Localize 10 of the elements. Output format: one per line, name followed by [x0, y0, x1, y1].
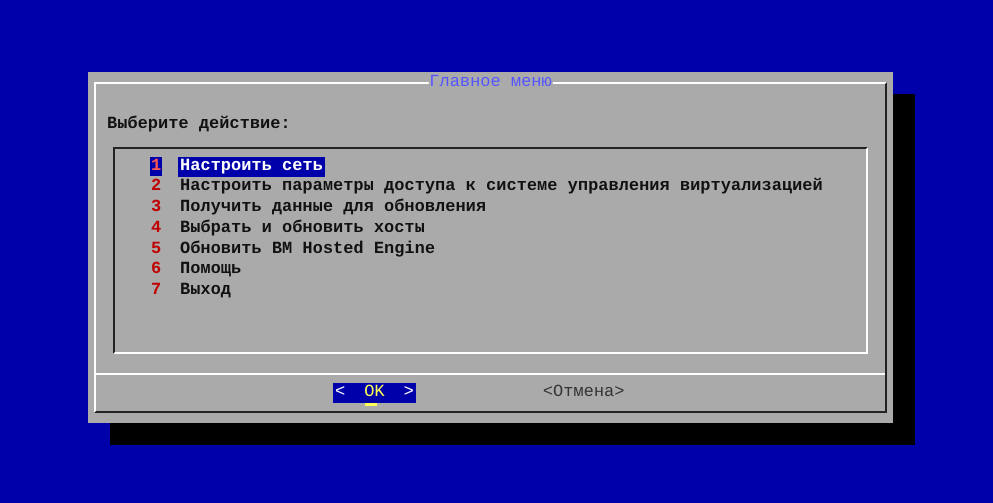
menu-item[interactable]: 5 Обновить ВМ Hosted Engine [150, 240, 866, 260]
menu-item[interactable]: 7 Выход [150, 280, 866, 302]
prompt-text: Выберите действие: [107, 115, 292, 136]
cancel-button[interactable]: <Отмена> [540, 382, 626, 403]
menu-item[interactable]: 4 Выбрать и обновить хосты [150, 218, 866, 240]
menu-item[interactable]: 6 Помощь [150, 260, 866, 281]
menu-item[interactable]: 2 Настроить параметры доступа к системе управления виртуализацией [150, 177, 866, 198]
menu-item[interactable]: 1 Настроить сеть [150, 156, 866, 178]
menu-item[interactable]: 3 Получить данные для обновления [150, 198, 866, 219]
ok-button[interactable]: < OK > [333, 382, 416, 403]
